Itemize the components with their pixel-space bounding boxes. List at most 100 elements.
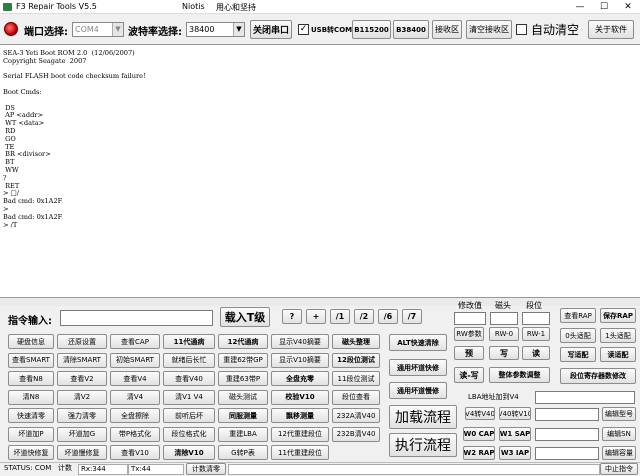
- overall-adjust-button[interactable]: 整体参数调整: [489, 367, 550, 383]
- function-button[interactable]: 清V1 V4: [163, 389, 215, 405]
- one-head-adapt-button[interactable]: 1头适配: [600, 328, 636, 343]
- edit-model-button[interactable]: 编辑型号: [602, 407, 636, 421]
- level-button[interactable]: /1: [330, 309, 350, 324]
- segment-input[interactable]: [522, 312, 550, 325]
- function-button[interactable]: 11段位测试: [332, 371, 380, 386]
- function-button[interactable]: 清N8: [8, 389, 54, 405]
- minimize-icon[interactable]: —: [568, 0, 592, 14]
- function-button[interactable]: 段位格式化: [163, 426, 215, 442]
- function-button[interactable]: 重建63带P: [218, 371, 268, 386]
- load-t-level-button[interactable]: 载入T级: [220, 307, 270, 327]
- usb-com-checkbox[interactable]: ✓: [298, 24, 309, 35]
- horizontal-scrollbar[interactable]: [0, 298, 640, 306]
- function-button[interactable]: 前听后坏: [163, 408, 215, 423]
- lba-input[interactable]: [535, 391, 635, 404]
- function-button[interactable]: 232B清V40: [332, 426, 380, 442]
- function-button[interactable]: 还原设置: [57, 334, 107, 349]
- v40-to-v10-button[interactable]: V40转V10: [499, 407, 531, 420]
- function-button[interactable]: 查看V2: [57, 371, 107, 386]
- w0-cap-button[interactable]: W0 CAP: [463, 427, 495, 441]
- function-button[interactable]: 校验V10: [271, 389, 329, 405]
- function-button[interactable]: 11代重建段位: [271, 445, 329, 460]
- function-button[interactable]: 12段位测试: [332, 352, 380, 368]
- maximize-icon[interactable]: ☐: [592, 0, 616, 14]
- function-button[interactable]: 11代通病: [163, 334, 215, 349]
- close-port-button[interactable]: 关闭串口: [250, 20, 292, 39]
- view-rap-button[interactable]: 查看RAP: [560, 308, 596, 323]
- cmd-input[interactable]: [60, 310, 213, 326]
- function-button[interactable]: 12代重建段位: [271, 426, 329, 442]
- clear-recv-area-button[interactable]: 清空接收区: [466, 20, 512, 39]
- function-button[interactable]: 段位查看: [332, 389, 380, 405]
- level-button[interactable]: /2: [354, 309, 374, 324]
- port-select[interactable]: COM4 ▼: [72, 22, 124, 37]
- level-button[interactable]: ?: [282, 309, 302, 324]
- function-button[interactable]: 查看V40: [163, 371, 215, 386]
- function-button[interactable]: 飘移测量: [271, 408, 329, 423]
- alt-fast-clear-button[interactable]: ALT快速清除: [389, 334, 447, 351]
- read-write-button[interactable]: 读-写: [454, 367, 484, 383]
- w3-iap-button[interactable]: W3 IAP: [499, 446, 531, 460]
- function-button[interactable]: 坏道加P: [8, 426, 54, 442]
- function-button[interactable]: 232A清V40: [332, 408, 380, 423]
- count-clear-button[interactable]: 计数清零: [186, 463, 226, 475]
- function-button[interactable]: 重建LBA: [218, 426, 268, 442]
- b115200-button[interactable]: B115200: [352, 20, 391, 39]
- function-button[interactable]: 就绪后长忙: [163, 352, 215, 368]
- function-button[interactable]: 查看V10: [110, 445, 160, 460]
- function-button[interactable]: 快速清零: [8, 408, 54, 423]
- function-button[interactable]: 带P格式化: [110, 426, 160, 442]
- function-button[interactable]: 全盘充零: [271, 371, 329, 386]
- function-button[interactable]: 显示V10摘要: [271, 352, 329, 368]
- function-button[interactable]: 坏道快修复: [8, 445, 54, 460]
- function-button[interactable]: 强力清零: [57, 408, 107, 423]
- pre-button[interactable]: 预: [454, 346, 484, 360]
- function-button[interactable]: 同服测量: [218, 408, 268, 423]
- recv-area-button[interactable]: 接收区: [432, 20, 462, 39]
- function-button[interactable]: 显示V40摘要: [271, 334, 329, 349]
- function-button[interactable]: 坏道慢修复: [57, 445, 107, 460]
- function-button[interactable]: 查看CAP: [110, 334, 160, 349]
- edit-sn-button[interactable]: 编辑SN: [602, 427, 636, 441]
- function-button[interactable]: 磁头测试: [218, 389, 268, 405]
- read-adapt-button[interactable]: 读适配: [600, 347, 636, 362]
- function-button[interactable]: G转P表: [218, 445, 268, 460]
- function-button[interactable]: 坏道加G: [57, 426, 107, 442]
- function-button[interactable]: 查看V4: [110, 371, 160, 386]
- edit-capacity-button[interactable]: 编辑容量: [602, 446, 636, 460]
- universal-fast-fix-button[interactable]: 通用坏道快修: [389, 359, 447, 376]
- function-button[interactable]: 磁头整理: [332, 334, 380, 349]
- function-button[interactable]: 查看N8: [8, 371, 54, 386]
- b38400-button[interactable]: B38400: [393, 20, 429, 39]
- rw0-button[interactable]: RW-0: [489, 327, 519, 341]
- w2-rap-button[interactable]: W2 RAP: [463, 446, 495, 460]
- segment-register-modify-button[interactable]: 段位寄存器数修改: [560, 368, 636, 384]
- w1-sap-button[interactable]: W1 SAP: [499, 427, 531, 441]
- function-button[interactable]: 清V2: [57, 389, 107, 405]
- model-input[interactable]: [535, 408, 599, 421]
- rw1-button[interactable]: RW-1: [522, 327, 550, 341]
- exec-flow-button[interactable]: 执行流程: [389, 433, 457, 457]
- function-button[interactable]: 全盘擦除: [110, 408, 160, 423]
- function-button[interactable]: 查看SMART: [8, 352, 54, 368]
- auto-clear-checkbox[interactable]: [516, 24, 527, 35]
- zero-head-adapt-button[interactable]: 0头适配: [560, 328, 596, 343]
- sn-input[interactable]: [535, 428, 599, 441]
- v4-to-v40-button[interactable]: V4转V40: [465, 407, 495, 420]
- close-icon[interactable]: ✕: [616, 0, 640, 14]
- write-adapt-button[interactable]: 写适配: [560, 347, 596, 362]
- level-button[interactable]: +: [306, 309, 326, 324]
- function-button[interactable]: 硬盘信息: [8, 334, 54, 349]
- function-button[interactable]: 清除SMART: [57, 352, 107, 368]
- about-button[interactable]: 关于软件: [588, 20, 634, 39]
- modify-value-input[interactable]: [454, 312, 486, 325]
- head-input[interactable]: [490, 312, 518, 325]
- receive-terminal[interactable]: SEA-3 Yeti Boot ROM 2.0 (12/06/2007) Cop…: [0, 44, 640, 298]
- baud-select[interactable]: 38400 ▼: [186, 22, 245, 37]
- stop-cmd-button[interactable]: 中止指令: [600, 463, 638, 475]
- save-rap-button[interactable]: 保存RAP: [600, 308, 636, 323]
- function-button[interactable]: 初始SMART: [110, 352, 160, 368]
- function-button[interactable]: 重建62带GP: [218, 352, 268, 368]
- capacity-input[interactable]: [535, 447, 599, 460]
- level-button[interactable]: /6: [378, 309, 398, 324]
